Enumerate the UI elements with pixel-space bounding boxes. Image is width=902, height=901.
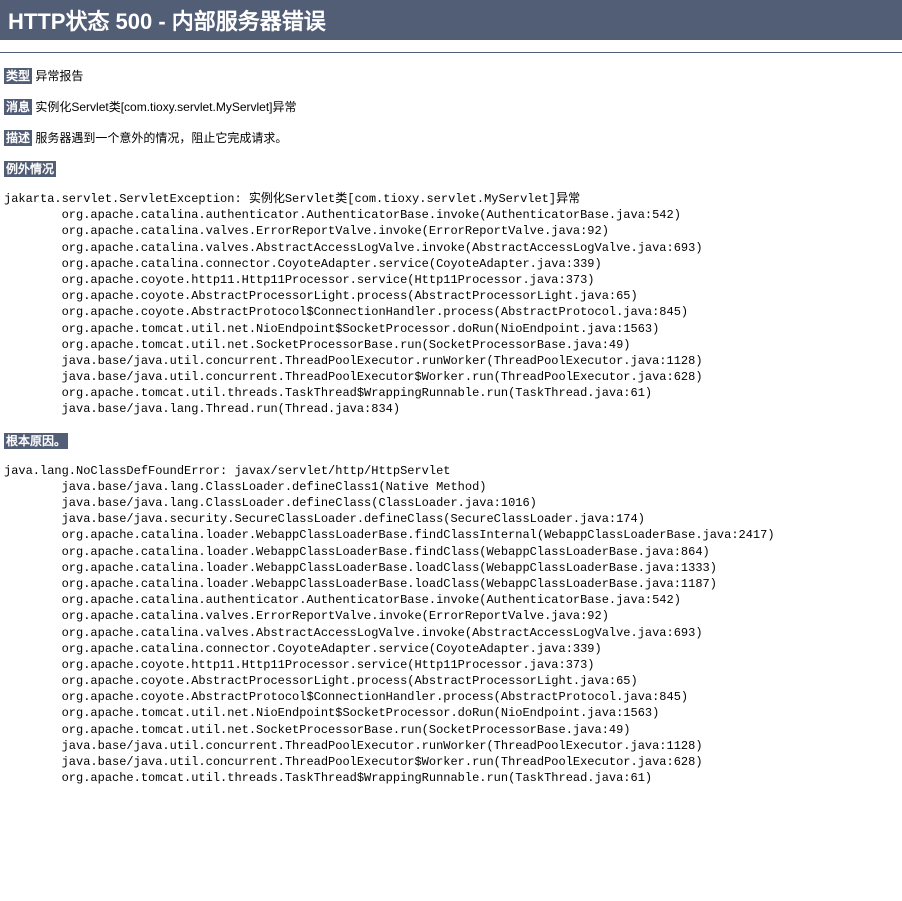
message-label: 消息 — [4, 99, 32, 115]
exception-stack: jakarta.servlet.ServletException: 实例化Ser… — [0, 191, 902, 418]
type-value: 异常报告 — [35, 69, 83, 83]
error-page: HTTP状态 500 - 内部服务器错误 类型 异常报告 消息 实例化Servl… — [0, 0, 902, 786]
divider — [0, 52, 902, 53]
exception-row: 例外情况 — [0, 160, 902, 177]
type-row: 类型 异常报告 — [0, 67, 902, 84]
page-title: HTTP状态 500 - 内部服务器错误 — [0, 0, 902, 40]
message-row: 消息 实例化Servlet类[com.tioxy.servlet.MyServl… — [0, 98, 902, 115]
message-value: 实例化Servlet类[com.tioxy.servlet.MyServlet]… — [35, 100, 296, 114]
description-label: 描述 — [4, 130, 32, 146]
root-cause-row: 根本原因。 — [0, 432, 902, 449]
description-value: 服务器遇到一个意外的情况，阻止它完成请求。 — [35, 131, 287, 145]
exception-label: 例外情况 — [4, 161, 56, 177]
type-label: 类型 — [4, 68, 32, 84]
root-cause-stack: java.lang.NoClassDefFoundError: javax/se… — [0, 463, 902, 787]
description-row: 描述 服务器遇到一个意外的情况，阻止它完成请求。 — [0, 129, 902, 146]
root-cause-label: 根本原因。 — [4, 433, 68, 449]
